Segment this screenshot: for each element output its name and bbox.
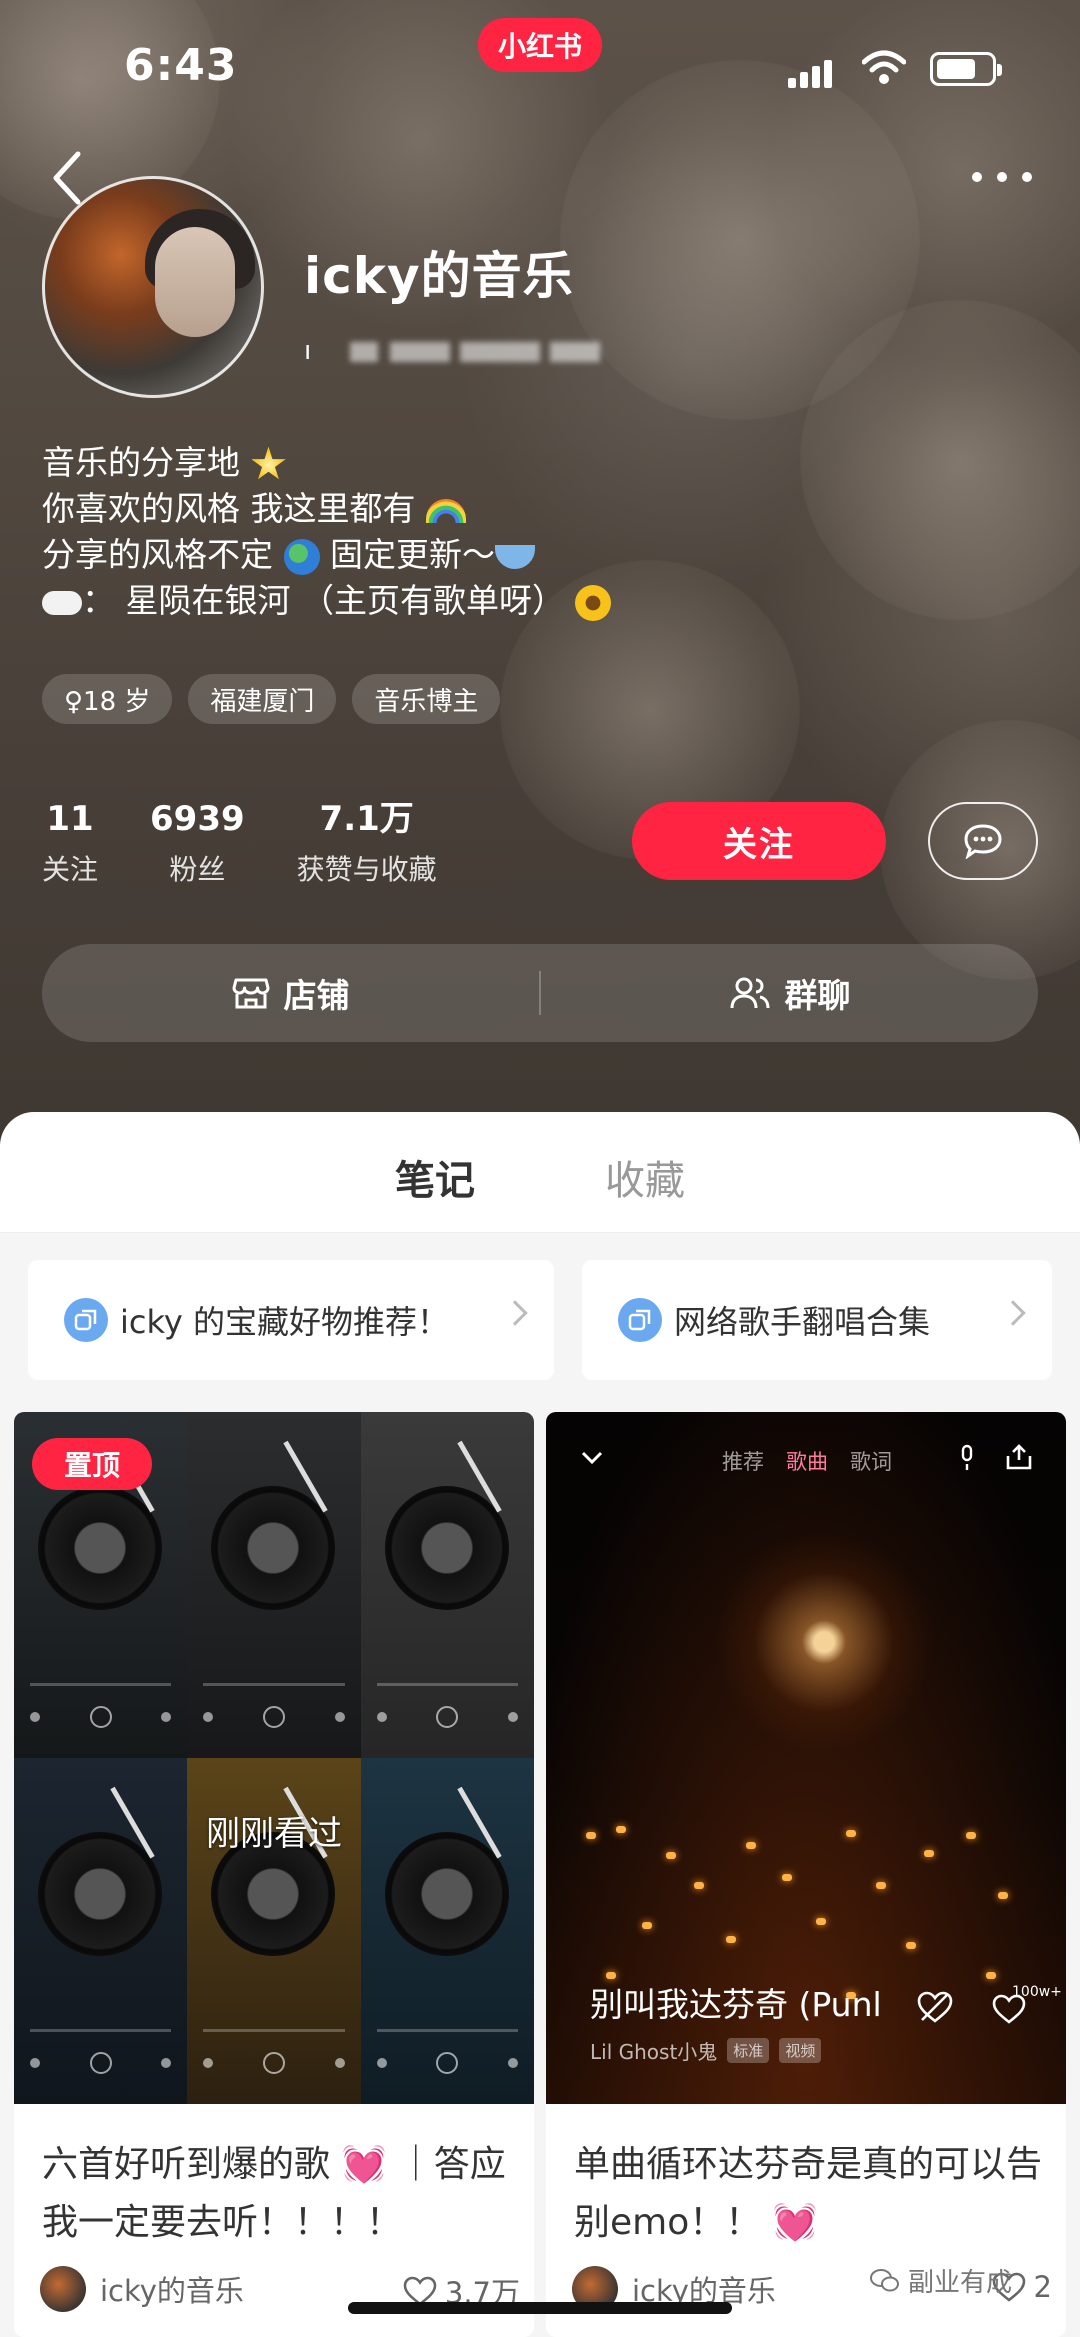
cloud-emoji-icon <box>42 590 82 615</box>
shop-label: 店铺 <box>283 976 350 1015</box>
bio-line-3: 分享的风格不定 固定更新～ <box>42 532 942 578</box>
note-card-2[interactable]: 推荐 歌曲 歌词 别叫我达芬奇 (Punl Lil Ghost小鬼 标准 视频 … <box>546 1412 1066 2337</box>
pinned-badge: 置顶 <box>32 1438 152 1490</box>
group-chat-label: 群聊 <box>784 976 851 1015</box>
tag-category: 音乐博主 <box>352 674 501 724</box>
profile-tags: ♀18 岁 福建厦门 音乐博主 <box>42 674 501 724</box>
wechat-icon <box>870 2268 899 2291</box>
profile-action-bar: 店铺 群聊 <box>42 944 1038 1042</box>
message-button[interactable] <box>928 802 1038 880</box>
video-tab-recommend[interactable]: 推荐 <box>722 1446 764 1476</box>
note-cover-image: 置顶 刚刚看过 <box>14 1412 534 2104</box>
stat-following[interactable]: 11 关注 <box>42 798 98 888</box>
video-top-bar: 推荐 歌曲 歌词 <box>546 1432 1066 1482</box>
mic-icon[interactable] <box>956 1444 978 1472</box>
watermark-text: 副业有成 <box>908 2268 1013 2298</box>
video-artist: Lil Ghost小鬼 标准 视频 <box>590 2036 822 2065</box>
cellular-signal-icon <box>788 56 832 88</box>
app-indicator-pill: 小红书 <box>478 18 602 72</box>
follow-button[interactable]: 关注 <box>632 802 886 880</box>
tag-location: 福建厦门 <box>188 674 337 724</box>
home-indicator[interactable] <box>348 2302 732 2314</box>
back-arrow-icon[interactable] <box>48 148 88 208</box>
star-emoji-icon <box>251 446 286 480</box>
chat-bubble-icon <box>964 824 1002 859</box>
note-cover-video: 推荐 歌曲 歌词 别叫我达芬奇 (Punl Lil Ghost小鬼 标准 视频 … <box>546 1412 1066 2104</box>
author-name[interactable]: icky的音乐 <box>100 2268 244 2310</box>
status-bar: 6:43 小红书 <box>0 0 1080 120</box>
group-chat-button[interactable]: 群聊 <box>541 944 1038 1042</box>
profile-tabs: 笔记 收藏 <box>0 1148 1080 1242</box>
share-icon[interactable] <box>1004 1442 1034 1472</box>
bio-line-2: 你喜欢的风格 我这里都有 <box>42 486 942 532</box>
status-time: 6:43 <box>124 40 238 91</box>
video-tab-lyrics[interactable]: 歌词 <box>850 1446 892 1476</box>
sunflower-emoji-icon <box>575 584 612 621</box>
video-tab-song[interactable]: 歌曲 <box>786 1446 828 1476</box>
wifi-icon <box>862 50 906 84</box>
tag-gender-age: ♀18 岁 <box>42 674 173 724</box>
artist-name: Lil Ghost小鬼 <box>590 2040 718 2064</box>
profile-username: icky的音乐 <box>304 247 574 305</box>
collection-title: 网络歌手翻唱合集 <box>674 1303 931 1341</box>
globe-emoji-icon <box>283 538 320 575</box>
profile-stats: 11 关注 6939 粉丝 7.1万 获赞与收藏 <box>42 798 489 888</box>
like-count: 2 <box>1033 2270 1052 2304</box>
artist-tag-video: 视频 <box>779 2038 822 2063</box>
video-like-count: 100w+ <box>1012 1984 1062 2000</box>
rainbow-emoji-icon <box>426 498 466 523</box>
recently-viewed-label: 刚刚看过 <box>206 1814 342 1854</box>
collection-icon <box>618 1298 662 1342</box>
bowl-emoji-icon <box>495 544 535 569</box>
note-title: 单曲循环达芬奇是真的可以告别emo！！ 💓 <box>574 2144 1043 2243</box>
dislike-heart-icon[interactable] <box>916 1990 954 2024</box>
stat-likes-collections[interactable]: 7.1万 获赞与收藏 <box>297 798 437 888</box>
user-id-prefix: ı <box>304 336 312 366</box>
bio-line-4: ： 星陨在银河 （主页有歌单呀） <box>42 578 942 624</box>
shop-button[interactable]: 店铺 <box>42 944 539 1042</box>
chevron-right-icon <box>1000 1300 1026 1326</box>
chevron-right-icon <box>502 1300 528 1326</box>
profile-user-id-blurred: ı <box>304 336 634 366</box>
collapse-chevron-icon[interactable] <box>580 1450 604 1466</box>
group-users-icon <box>730 977 769 1009</box>
video-song-title: 别叫我达芬奇 (Punl <box>590 1985 882 2024</box>
shop-icon <box>232 978 269 1009</box>
collection-icon <box>64 1298 108 1342</box>
note-card-1[interactable]: 置顶 刚刚看过 六首好听到爆的歌 💓 ｜答应我一定要去听！！！！ icky的音乐… <box>14 1412 534 2337</box>
content-sheet: 笔记 收藏 icky 的宝藏好物推荐！ 网络歌手翻唱合集 置顶 刚刚看过 六首好… <box>0 1112 1080 2337</box>
more-options-icon[interactable] <box>972 172 1032 192</box>
tab-collections[interactable]: 收藏 <box>605 1148 685 1218</box>
collection-title: icky 的宝藏好物推荐！ <box>120 1303 449 1341</box>
artist-tag-standard: 标准 <box>727 2038 770 2063</box>
tab-notes[interactable]: 笔记 <box>395 1148 475 1242</box>
profile-avatar[interactable] <box>42 176 264 398</box>
note-title: 六首好听到爆的歌 💓 ｜答应我一定要去听！！！！ <box>42 2144 506 2243</box>
collection-card-2[interactable]: 网络歌手翻唱合集 <box>582 1260 1052 1380</box>
author-avatar[interactable] <box>40 2266 86 2312</box>
profile-bio: 音乐的分享地 你喜欢的风格 我这里都有 分享的风格不定 固定更新～ ： 星陨在银… <box>42 440 942 624</box>
watermark: 副业有成 <box>870 2262 1012 2299</box>
stat-followers[interactable]: 6939 粉丝 <box>150 798 245 888</box>
battery-icon <box>930 52 1002 86</box>
bio-line-1: 音乐的分享地 <box>42 440 942 486</box>
collection-card-1[interactable]: icky 的宝藏好物推荐！ <box>28 1260 554 1380</box>
